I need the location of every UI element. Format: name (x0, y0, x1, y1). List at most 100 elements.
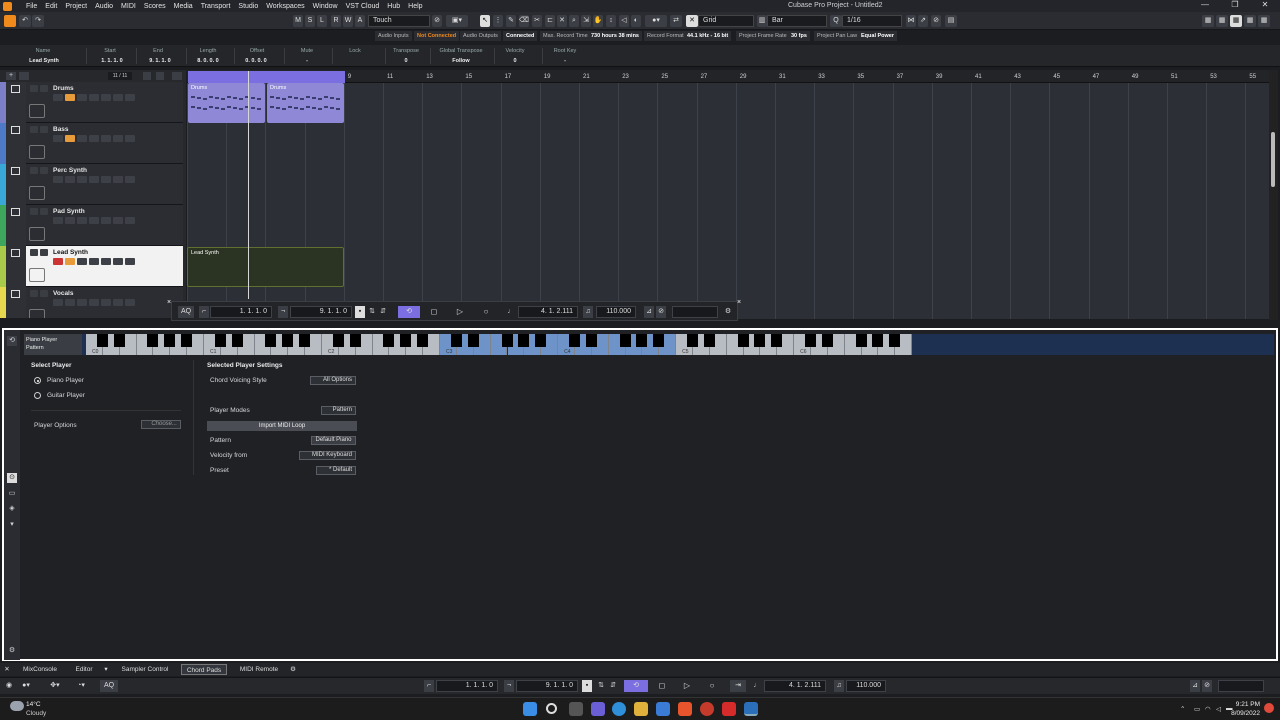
piano-player-option[interactable]: Piano Player (47, 377, 84, 384)
activate-project-button[interactable] (4, 15, 16, 27)
transport-left-locator-icon[interactable]: ⌐ (424, 680, 434, 692)
max-record-value[interactable]: 730 hours 38 mins (588, 31, 642, 41)
clock-time[interactable]: 9:21 PM (1234, 701, 1260, 708)
info-value-global-transpose[interactable]: Follow (436, 58, 486, 64)
track-mute-solo[interactable] (30, 85, 50, 94)
black-key[interactable] (349, 334, 361, 347)
track-name[interactable]: Vocals (53, 290, 73, 297)
black-key[interactable] (804, 334, 816, 347)
time-display-icon[interactable]: ♩ (506, 306, 516, 318)
info-value-length[interactable]: 8. 0. 0. 0 (188, 58, 228, 64)
erase-tool-icon[interactable]: ⌫ (519, 15, 529, 27)
menu-audio[interactable]: Audio (95, 3, 113, 10)
quantize-panel-icon[interactable]: ⇗ (918, 15, 928, 27)
track-name[interactable]: Bass (53, 126, 69, 133)
guitar-player-radio[interactable] (34, 392, 41, 399)
split-tool-icon[interactable]: ✂ (532, 15, 542, 27)
read-button[interactable]: R (331, 15, 341, 27)
black-key[interactable] (855, 334, 867, 347)
transport-auto-punch-icon[interactable]: ⇵ (608, 680, 618, 692)
range-tool-icon[interactable]: ⋮ (493, 15, 503, 27)
listen-button[interactable]: L (317, 15, 327, 27)
info-value-name[interactable]: Lead Synth (22, 58, 66, 64)
layout-settings-icon[interactable]: ▦ (1258, 15, 1270, 27)
delete-tool-icon[interactable]: ✕ (557, 15, 567, 27)
comp-tool-icon[interactable]: ⇲ (581, 15, 591, 27)
mute-tool-icon[interactable]: ✋ (593, 15, 603, 27)
menu-media[interactable]: Media (174, 3, 193, 10)
import-midi-loop-button[interactable]: Import MIDI Loop (207, 421, 357, 431)
tab-editor[interactable]: Editor (72, 664, 96, 675)
info-value-velocity[interactable]: 0 (500, 58, 530, 64)
transport-settings-icon[interactable]: ⚙ (723, 306, 733, 318)
player-options-select[interactable]: Choose... (141, 420, 181, 429)
draw-tool-icon[interactable]: ✎ (506, 15, 516, 27)
menu-midi[interactable]: MIDI (121, 3, 136, 10)
pan-law-value[interactable]: Equal Power (858, 31, 898, 41)
left-locator-icon[interactable]: ⌐ (199, 306, 209, 318)
midi-part[interactable]: Drums (267, 83, 344, 123)
teams-icon[interactable] (591, 702, 605, 716)
black-key[interactable] (332, 334, 344, 347)
transport-right-locator-icon[interactable]: ¬ (504, 680, 514, 692)
tray-network-icon[interactable]: ▭ (1194, 705, 1200, 713)
right-locator-field[interactable]: 9. 1. 1. 0 (290, 306, 352, 318)
tab-settings-icon[interactable]: ⚙ (288, 664, 298, 675)
write-button[interactable]: W (343, 15, 353, 27)
black-key[interactable] (214, 334, 226, 347)
restore-button[interactable]: ❐ (1220, 0, 1250, 12)
close-float-transport-icon[interactable]: × (167, 299, 171, 306)
click-settings-icon[interactable]: ⊘ (656, 306, 666, 318)
midi-part[interactable]: Drums (188, 83, 265, 123)
stop-button[interactable]: ◻ (424, 306, 444, 318)
black-key[interactable] (636, 334, 648, 347)
piano-keyboard[interactable]: C0 C1 C2 C3 C4 C5 C6 (24, 334, 1274, 355)
acrobat-icon[interactable] (722, 702, 736, 716)
time-warp-tool-icon[interactable]: ↕ (606, 15, 616, 27)
layout-left-zone-icon[interactable]: ▦ (1202, 15, 1214, 27)
layout-lower-zone-icon[interactable]: ▦ (1216, 15, 1228, 27)
undo-icon[interactable]: ↶ (19, 15, 31, 27)
black-key[interactable] (96, 334, 108, 347)
transport-right-locator[interactable]: 9. 1. 1. 0 (516, 680, 578, 692)
edge-icon[interactable] (612, 702, 626, 716)
search-icon[interactable] (172, 72, 182, 80)
transport-marker-field[interactable] (1218, 680, 1264, 692)
weather-temp[interactable]: 14°C (26, 701, 41, 708)
position-field[interactable]: 4. 1. 2.111 (518, 306, 578, 318)
black-key[interactable] (653, 334, 665, 347)
black-key[interactable] (383, 334, 395, 347)
snap-type-icon[interactable]: ✕ (686, 15, 698, 27)
cubase-app-icon[interactable] (3, 1, 12, 11)
black-key[interactable] (181, 334, 193, 347)
black-key[interactable] (164, 334, 176, 347)
quantize-reset-icon[interactable]: ⊘ (931, 15, 941, 27)
visibility-icon[interactable] (156, 72, 164, 80)
transport-position[interactable]: 4. 1. 2.111 (764, 680, 826, 692)
notification-icon[interactable] (1264, 703, 1274, 713)
auto-punch-icon[interactable]: ⇵ (378, 306, 388, 318)
tab-mixconsole[interactable]: MixConsole (18, 664, 62, 675)
play-button[interactable]: ▷ (450, 306, 470, 318)
transport-record-button[interactable]: ○ (702, 680, 722, 692)
project-cursor[interactable] (248, 71, 249, 299)
info-value-root-key[interactable]: - (550, 58, 580, 64)
transport-time-icon[interactable]: ♩ (752, 680, 762, 692)
record-format-value[interactable]: 44.1 kHz - 16 bit (684, 31, 732, 41)
menu-vst-cloud[interactable]: VST Cloud (346, 3, 380, 10)
pattern-select[interactable]: Default Piano (311, 436, 356, 445)
track-row[interactable]: Bass (0, 123, 183, 164)
tab-chord-pads[interactable]: Chord Pads (181, 664, 227, 675)
chat-icon[interactable]: ▭ (7, 489, 17, 499)
transport-precount-icon[interactable]: ◔▾ (72, 680, 90, 692)
track-name[interactable]: Pad Synth (53, 208, 85, 215)
tab-menu-icon[interactable]: ▾ (102, 664, 110, 675)
cycle-range[interactable] (188, 71, 345, 83)
black-key[interactable] (518, 334, 530, 347)
black-key[interactable] (450, 334, 462, 347)
automation-mode-select[interactable]: Touch (368, 15, 430, 27)
player-modes-select[interactable]: Pattern (321, 406, 356, 415)
tab-sampler-control[interactable]: Sampler Control (116, 664, 174, 675)
collapse-icon[interactable]: ▾ (7, 520, 17, 530)
velocity-from-select[interactable]: MIDI Keyboard (299, 451, 356, 460)
